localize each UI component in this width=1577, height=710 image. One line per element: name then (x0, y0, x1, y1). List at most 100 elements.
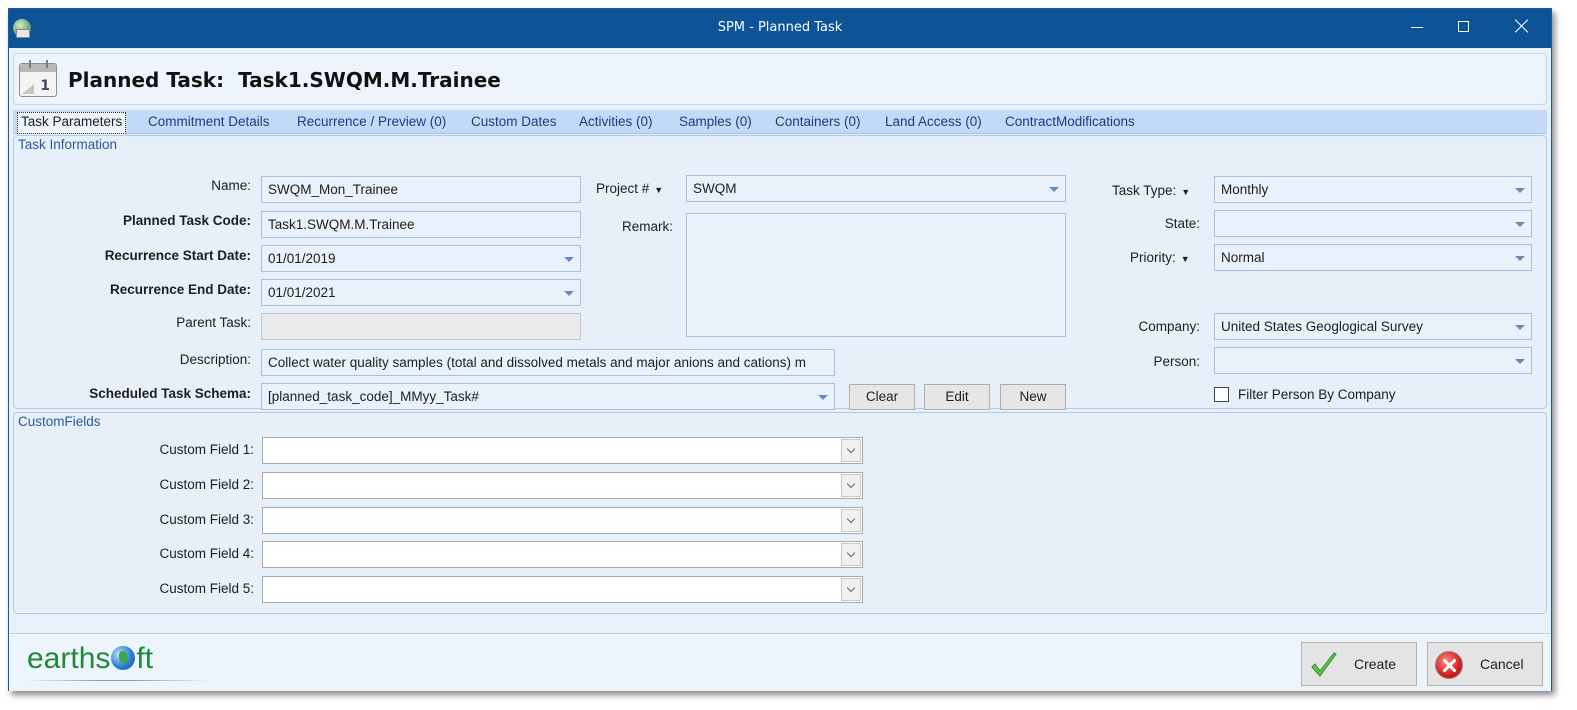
project-select[interactable]: SWQM (686, 175, 1066, 202)
logo-underline (25, 680, 209, 681)
task-type-value: Monthly (1221, 182, 1269, 197)
combo-dropdown-button[interactable] (841, 439, 861, 462)
globe-icon (111, 646, 136, 670)
custom-fields-title: CustomFields (18, 414, 101, 429)
task-information-title: Task Information (18, 137, 118, 152)
caret-down-icon: ▼ (1181, 187, 1191, 197)
custom-field-5-combo[interactable] (262, 576, 863, 603)
dropdown-arrow-icon[interactable] (1515, 359, 1525, 364)
caret-down-icon: ▼ (1180, 254, 1190, 264)
tab-recurrence-preview[interactable]: Recurrence / Preview (0) (294, 113, 449, 133)
combo-dropdown-button[interactable] (841, 543, 861, 566)
cancel-button[interactable]: Cancel (1427, 642, 1543, 686)
checkmark-icon (1311, 652, 1337, 677)
dropdown-arrow-icon[interactable] (1049, 187, 1059, 192)
page-title-label: Planned Task: (68, 68, 225, 92)
project-label[interactable]: Project # ▼ (596, 181, 663, 196)
filter-person-by-company-label[interactable]: Filter Person By Company (1238, 387, 1396, 402)
company-select[interactable]: United States Geoglogical Survey (1214, 313, 1532, 340)
dropdown-arrow-icon[interactable] (818, 395, 828, 400)
filter-person-by-company-checkbox[interactable] (1214, 387, 1229, 402)
task-type-label[interactable]: Task Type: ▼ (1112, 183, 1190, 198)
person-select[interactable] (1214, 347, 1532, 374)
tab-task-parameters[interactable]: Task Parameters (17, 112, 127, 134)
name-input[interactable]: SWQM_Mon_Trainee (261, 176, 581, 203)
name-label: Name: (211, 178, 251, 193)
project-label-text: Project # (596, 181, 650, 196)
parent-task-label: Parent Task: (176, 315, 251, 330)
custom-field-2-label: Custom Field 2: (159, 477, 254, 492)
title-bar: SPM - Planned Task (9, 9, 1551, 48)
priority-label[interactable]: Priority: ▼ (1130, 250, 1190, 265)
custom-field-3-combo[interactable] (262, 507, 863, 534)
dropdown-arrow-icon[interactable] (1515, 222, 1525, 227)
edit-button[interactable]: Edit (924, 384, 990, 410)
tab-commitment-details[interactable]: Commitment Details (145, 113, 273, 133)
custom-field-1-combo[interactable] (262, 437, 863, 464)
recurrence-end-date-label: Recurrence End Date: (109, 282, 251, 297)
person-label: Person: (1153, 354, 1200, 369)
tab-land-access[interactable]: Land Access (0) (882, 113, 985, 133)
maximize-button[interactable] (1440, 9, 1486, 43)
tab-activities[interactable]: Activities (0) (576, 113, 656, 133)
priority-label-text: Priority: (1130, 250, 1176, 265)
combo-dropdown-button[interactable] (841, 578, 861, 601)
cancel-x-icon (1435, 651, 1463, 679)
footer: earths ft Create Cancel (9, 633, 1551, 691)
logo-text-right: ft (136, 642, 154, 675)
custom-field-4-label: Custom Field 4: (159, 546, 254, 561)
company-value: United States Geoglogical Survey (1221, 319, 1423, 334)
chevron-down-icon (846, 444, 856, 454)
remark-textarea[interactable] (686, 213, 1066, 337)
window-title: SPM - Planned Task (717, 20, 843, 35)
custom-field-3-label: Custom Field 3: (159, 512, 254, 527)
scheduled-task-schema-value: [planned_task_code]_MMyy_Task# (268, 389, 479, 404)
tab-samples[interactable]: Samples (0) (676, 113, 755, 133)
recurrence-start-date-picker[interactable]: 01/01/2019 (261, 245, 581, 272)
close-button[interactable] (1499, 9, 1545, 43)
chevron-down-icon (846, 583, 856, 593)
minimize-icon (1411, 26, 1423, 28)
task-information-group: Task Information Name: SWQM_Mon_Trainee … (13, 135, 1547, 410)
parent-task-input (261, 313, 581, 340)
dropdown-arrow-icon[interactable] (1515, 325, 1525, 330)
create-button[interactable]: Create (1301, 642, 1417, 686)
scheduled-task-schema-select[interactable]: [planned_task_code]_MMyy_Task# (261, 383, 835, 410)
tab-custom-dates[interactable]: Custom Dates (468, 113, 560, 133)
tab-bar: Task Parameters Commitment Details Recur… (13, 110, 1547, 134)
dropdown-arrow-icon[interactable] (564, 291, 574, 296)
page-title-code: Task1.SWQM.M.Trainee (238, 68, 501, 92)
dropdown-arrow-icon[interactable] (1515, 256, 1525, 261)
task-type-select[interactable]: Monthly (1214, 176, 1532, 203)
remark-label: Remark: (622, 219, 674, 234)
custom-field-4-combo[interactable] (262, 541, 863, 568)
logo-text-left: earths (27, 642, 111, 675)
state-select[interactable] (1214, 210, 1532, 237)
planned-task-code-label: Planned Task Code: (122, 213, 251, 228)
chevron-down-icon (846, 548, 856, 558)
priority-select[interactable]: Normal (1214, 244, 1532, 271)
description-input[interactable]: Collect water quality samples (total and… (261, 349, 835, 376)
scheduled-task-schema-label: Scheduled Task Schema: (89, 386, 251, 401)
combo-dropdown-button[interactable] (841, 474, 861, 497)
clear-button[interactable]: Clear (849, 384, 915, 410)
new-button[interactable]: New (1000, 384, 1066, 410)
tab-containers[interactable]: Containers (0) (772, 113, 864, 133)
custom-field-1-label: Custom Field 1: (159, 442, 254, 457)
chevron-down-icon (846, 514, 856, 524)
page-title: Planned Task: Task1.SWQM.M.Trainee (68, 68, 501, 92)
custom-field-2-combo[interactable] (262, 472, 863, 499)
header-panel: 1 Planned Task: Task1.SWQM.M.Trainee (13, 53, 1547, 105)
earthsoft-logo: earths ft (27, 642, 153, 676)
recurrence-start-date-value: 01/01/2019 (268, 251, 336, 266)
dropdown-arrow-icon[interactable] (1515, 188, 1525, 193)
planned-task-code-input[interactable]: Task1.SWQM.M.Trainee (261, 211, 581, 238)
tab-contract-modifications[interactable]: ContractModifications (1002, 113, 1138, 133)
maximize-icon (1457, 20, 1469, 32)
minimize-button[interactable] (1394, 9, 1440, 43)
recurrence-end-date-picker[interactable]: 01/01/2021 (261, 279, 581, 306)
priority-value: Normal (1221, 250, 1265, 265)
project-value: SWQM (693, 181, 737, 196)
dropdown-arrow-icon[interactable] (564, 257, 574, 262)
combo-dropdown-button[interactable] (841, 509, 861, 532)
